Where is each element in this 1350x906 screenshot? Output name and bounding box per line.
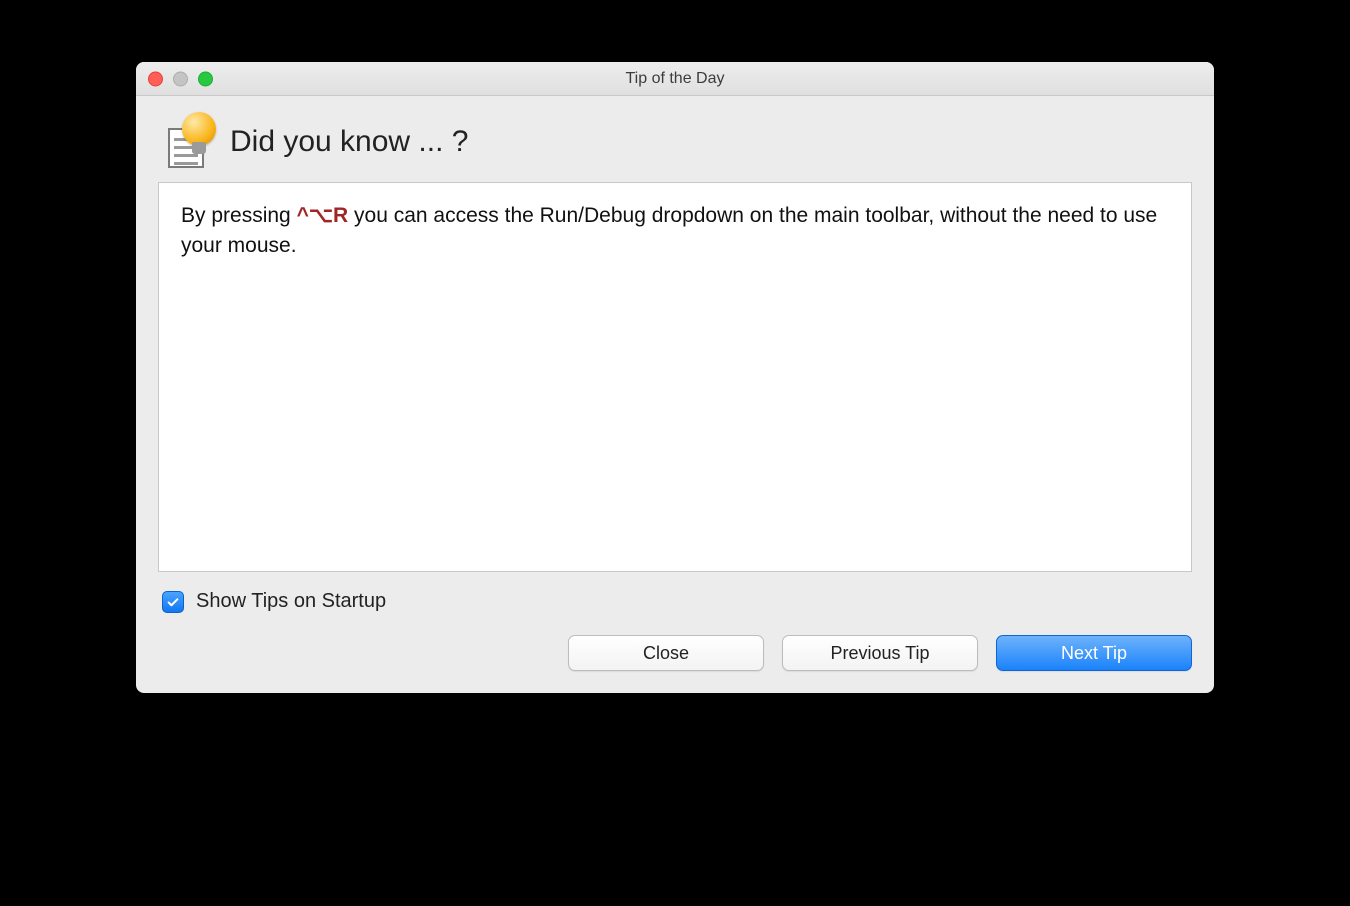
tip-of-the-day-window: Tip of the Day Did you know ... ? By pre… xyxy=(136,62,1214,693)
window-title: Tip of the Day xyxy=(136,70,1214,88)
window-controls xyxy=(148,71,213,86)
minimize-window-button[interactable] xyxy=(173,71,188,86)
titlebar: Tip of the Day xyxy=(136,62,1214,96)
close-button[interactable]: Close xyxy=(568,635,764,671)
tip-content: By pressing ^⌥R you can access the Run/D… xyxy=(158,182,1192,572)
show-tips-label: Show Tips on Startup xyxy=(196,590,386,613)
lightbulb-doc-icon xyxy=(162,114,218,170)
close-window-button[interactable] xyxy=(148,71,163,86)
dialog-heading: Did you know ... ? xyxy=(230,125,468,159)
dialog-content: Did you know ... ? By pressing ^⌥R you c… xyxy=(136,96,1214,693)
dialog-header: Did you know ... ? xyxy=(158,114,1192,170)
show-tips-checkbox[interactable] xyxy=(162,591,184,613)
button-row: Close Previous Tip Next Tip xyxy=(158,635,1192,671)
maximize-window-button[interactable] xyxy=(198,71,213,86)
check-icon xyxy=(166,595,180,609)
next-tip-button[interactable]: Next Tip xyxy=(996,635,1192,671)
keyboard-shortcut: ^⌥R xyxy=(297,204,349,227)
show-tips-row: Show Tips on Startup xyxy=(158,590,1192,613)
previous-tip-button[interactable]: Previous Tip xyxy=(782,635,978,671)
tip-text-pre: By pressing xyxy=(181,204,297,227)
dialog-footer: Show Tips on Startup Close Previous Tip … xyxy=(158,590,1192,671)
